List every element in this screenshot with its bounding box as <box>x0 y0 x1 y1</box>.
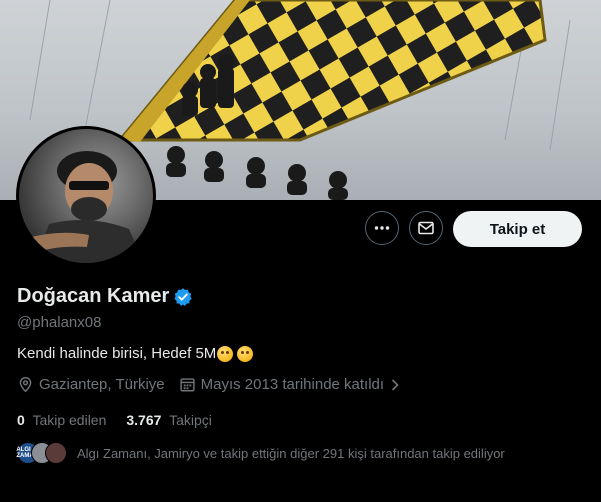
calendar-icon <box>179 378 195 392</box>
profile-avatar[interactable] <box>16 126 156 266</box>
known-followers-avatars: ALGI ZAMANI <box>16 442 67 464</box>
follow-button[interactable]: Takip et <box>453 211 582 247</box>
joined-text: Mayıs 2013 tarihinde katıldı <box>200 376 385 393</box>
location-pin-icon <box>19 376 32 393</box>
mail-icon <box>418 221 434 235</box>
following-count: 0 <box>17 412 25 428</box>
followers-label: Takipçi <box>169 412 212 428</box>
wink-emoji-icon <box>217 345 234 362</box>
more-options-button[interactable] <box>365 211 399 245</box>
location-item: Gaziantep, Türkiye <box>17 376 165 393</box>
following-label: Takip edilen <box>32 412 107 428</box>
message-button[interactable] <box>409 211 443 245</box>
user-handle: @phalanx08 <box>17 314 102 331</box>
known-followers[interactable]: ALGI ZAMANI Algı Zamanı, Jamiryo ve taki… <box>16 442 505 464</box>
avatar-third-follower <box>45 442 67 464</box>
known-followers-text: Algı Zamanı, Jamiryo ve takip ettiğin di… <box>77 445 505 461</box>
location-text: Gaziantep, Türkiye <box>39 376 165 393</box>
profile-meta: Gaziantep, Türkiye Mayıs 2013 tarihinde … <box>17 376 415 393</box>
name-row: Doğacan Kamer <box>17 285 193 308</box>
display-name: Doğacan Kamer <box>17 285 170 307</box>
profile-bio: Kendi halinde birisi, Hedef 5M <box>17 345 254 362</box>
followers-link[interactable]: 3.767 Takipçi <box>126 412 211 428</box>
follow-stats: 0 Takip edilen 3.767 Takipçi <box>17 412 232 428</box>
followers-count: 3.767 <box>126 412 162 428</box>
joined-item[interactable]: Mayıs 2013 tarihinde katıldı <box>179 376 401 393</box>
verified-badge-icon[interactable] <box>173 287 193 307</box>
following-link[interactable]: 0 Takip edilen <box>17 412 106 428</box>
more-horizontal-icon <box>374 226 390 230</box>
bio-text: Kendi halinde birisi, Hedef 5M <box>17 345 217 362</box>
avatar-photo <box>24 151 144 263</box>
smiling-emoji-icon <box>237 345 254 362</box>
chevron-right-icon <box>391 378 399 391</box>
